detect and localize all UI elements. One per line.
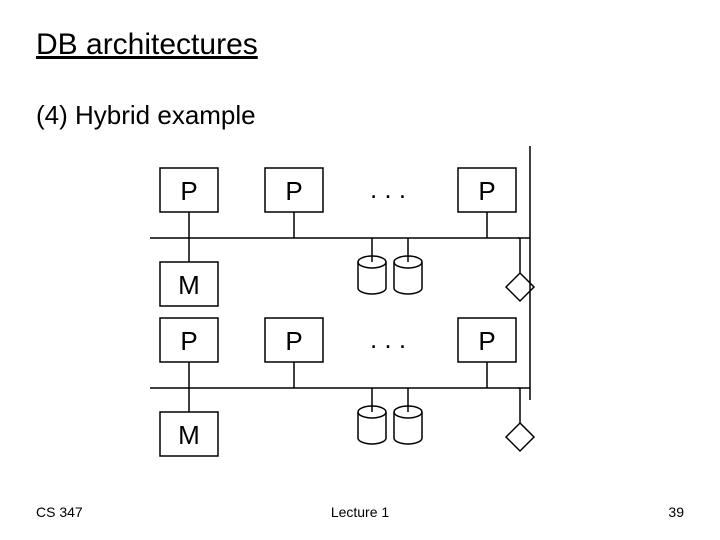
ellipsis-1: . . . xyxy=(370,174,406,204)
p-box-5: P xyxy=(285,326,302,356)
p-box-4: P xyxy=(180,326,197,356)
p-box-6: P xyxy=(478,326,495,356)
p-box-1: P xyxy=(180,176,197,206)
p-box-3: P xyxy=(478,176,495,206)
ellipsis-2: . . . xyxy=(370,324,406,354)
footer-lecture: Lecture 1 xyxy=(0,504,720,520)
p-box-2: P xyxy=(285,176,302,206)
m-box-2: M xyxy=(178,420,200,450)
footer-page-number: 39 xyxy=(668,504,684,520)
m-box-1: M xyxy=(178,270,200,300)
diagram: P P P . . . M P P P . . . M xyxy=(0,0,720,540)
